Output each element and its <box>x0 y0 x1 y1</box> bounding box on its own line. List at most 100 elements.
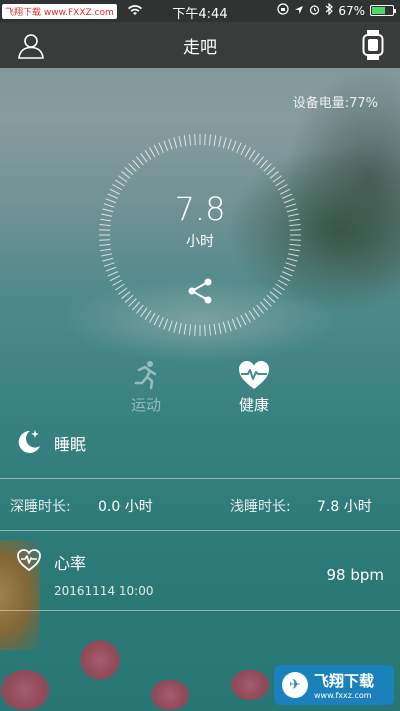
dial-tick <box>144 310 152 320</box>
dial-tick <box>168 320 173 332</box>
light-sleep-value: 7.8 小时 <box>317 499 372 515</box>
dial-tick <box>275 283 285 291</box>
sleep-title: 睡眠 <box>54 435 87 454</box>
heart-rate-date: 20161114 10:00 <box>54 584 154 598</box>
sleep-stats-row: 深睡时长: 0.0 小时 浅睡时长: 7.8 小时 <box>0 480 400 530</box>
dial-tick <box>163 140 169 152</box>
dial-tick <box>252 152 260 163</box>
dial-tick <box>121 171 131 179</box>
battery-percent: 67% <box>338 3 365 18</box>
dial-tick <box>136 156 144 166</box>
dial-tick <box>140 152 148 163</box>
dial-tick <box>213 323 217 335</box>
dial-tick <box>178 322 182 334</box>
dial-tick <box>252 307 260 318</box>
watermark-logo: ✈ 飞翔下载 www.fxxz.com <box>274 665 394 705</box>
dial-tick <box>132 301 141 311</box>
dial-tick <box>269 291 279 299</box>
dial-tick <box>263 298 272 307</box>
dial-tick <box>285 262 297 267</box>
dial-tick <box>256 156 264 166</box>
dial-tick <box>124 167 134 176</box>
light-sleep-label: 浅睡时长: <box>230 499 291 515</box>
tab-sport-label: 运动 <box>130 396 161 414</box>
dial-tick <box>107 271 118 277</box>
dial-tick <box>244 312 251 323</box>
device-battery-label: 设备电量:77% <box>292 96 378 111</box>
dial-tick <box>282 271 293 277</box>
watermark-icon: ✈ <box>282 672 308 698</box>
share-icon[interactable] <box>186 278 214 304</box>
dial-tick <box>231 318 237 330</box>
dial-tick <box>227 320 232 332</box>
dial-tick <box>194 134 196 146</box>
dial-tick <box>102 257 114 262</box>
dial-tick <box>259 159 268 169</box>
location-icon <box>294 4 304 18</box>
dial-tick <box>236 142 242 153</box>
dial-tick <box>213 135 217 147</box>
dial-tick <box>153 144 160 156</box>
rotation-lock-icon <box>277 3 289 18</box>
divider <box>0 530 400 531</box>
dial-tick <box>115 179 125 187</box>
dial-tick <box>136 304 144 314</box>
dial-tick <box>149 147 156 158</box>
dial-tick <box>103 262 115 267</box>
dial-tick <box>256 304 264 314</box>
dial-tick <box>173 321 178 333</box>
dial-tick <box>266 167 276 176</box>
dial-tick <box>269 171 279 179</box>
dial-tick <box>105 266 117 272</box>
dial-tick <box>109 275 121 282</box>
heart-rate-header[interactable]: 心率 <box>16 548 86 576</box>
dial-tick <box>117 175 128 183</box>
dial-tick <box>283 266 295 272</box>
dial-tick <box>236 317 242 328</box>
dial-tick <box>188 324 192 336</box>
heart-pulse-icon <box>16 548 42 576</box>
heart-rate-value: 98 bpm <box>326 566 384 584</box>
dial-unit: 小时 <box>186 234 214 250</box>
heart-rate-title: 心率 <box>54 554 87 573</box>
dial-tick <box>244 147 251 158</box>
heart-pulse-icon <box>219 360 289 390</box>
watermark-sub: www.fxxz.com <box>314 691 372 700</box>
dial-tick <box>178 136 182 148</box>
dial-tick <box>112 279 123 286</box>
dial-tick <box>173 137 178 149</box>
dial-tick <box>188 134 192 146</box>
dial-tick <box>158 142 164 153</box>
dial-tick <box>272 287 283 295</box>
user-icon[interactable] <box>17 31 45 59</box>
dial-tick <box>222 321 227 333</box>
dial-tick <box>227 138 232 150</box>
divider <box>0 478 400 479</box>
tab-health[interactable]: 健康 <box>219 360 289 415</box>
dial-tick <box>277 279 288 286</box>
dial-tick <box>279 275 291 282</box>
moon-star-icon <box>16 428 42 458</box>
page-title: 走吧 <box>183 37 217 58</box>
dial-tick <box>287 253 299 257</box>
dial-tick <box>153 314 160 326</box>
dial-tick <box>115 283 125 291</box>
dial-tick <box>194 324 196 336</box>
dial-tick <box>140 307 148 318</box>
tab-sport[interactable]: 运动 <box>111 360 181 415</box>
dial-tick <box>240 314 247 326</box>
tab-health-label: 健康 <box>238 396 269 414</box>
dial-tick <box>168 138 173 150</box>
divider <box>0 610 400 611</box>
dial-tick <box>208 134 212 146</box>
watch-icon[interactable] <box>362 30 384 60</box>
sleep-header: 睡眠 <box>16 428 86 458</box>
dial-tick <box>101 253 113 257</box>
battery-icon <box>370 5 396 16</box>
dial-tick <box>163 318 169 330</box>
dial-tick <box>286 257 298 262</box>
dial-tick <box>266 294 276 303</box>
dial-tick <box>218 136 222 148</box>
dial-tick <box>124 294 134 303</box>
dial-tick <box>204 324 206 336</box>
